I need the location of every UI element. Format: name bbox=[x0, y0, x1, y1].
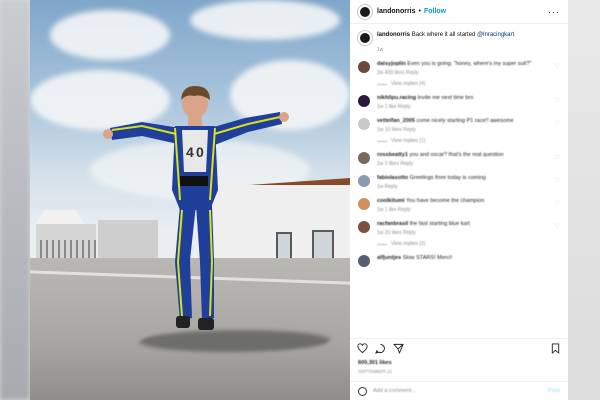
heart-icon[interactable]: ♡ bbox=[555, 97, 560, 104]
post-caption: landonorris Back where it all started @l… bbox=[350, 24, 568, 47]
comment-item: vettelfan_2005 come nicely starting P1 r… bbox=[358, 117, 560, 144]
view-replies-link[interactable]: View replies (1) bbox=[377, 138, 557, 144]
bookmark-icon[interactable] bbox=[550, 343, 561, 354]
comment-item: daisyjoplin Even you is going: "honey, w… bbox=[358, 60, 560, 87]
action-bar bbox=[350, 338, 568, 358]
comment-username[interactable]: rossbeatty1 bbox=[377, 152, 408, 158]
comment-meta[interactable]: 1w 1 like Reply bbox=[377, 207, 557, 213]
more-icon[interactable]: ··· bbox=[548, 7, 560, 17]
comment-text: You have become the champion bbox=[405, 198, 485, 204]
comment-avatar[interactable] bbox=[358, 95, 370, 107]
comment-input[interactable]: Add a comment... bbox=[373, 388, 416, 394]
comment-avatar[interactable] bbox=[358, 118, 370, 130]
backdrop-left bbox=[0, 0, 30, 400]
comment-meta[interactable]: 1w 20 likes Reply bbox=[377, 230, 557, 236]
avatar[interactable] bbox=[358, 31, 372, 45]
comment-item: fabiolasotto Greetings from today is com… bbox=[358, 174, 560, 190]
comment-avatar[interactable] bbox=[358, 175, 370, 187]
comment-avatar[interactable] bbox=[358, 255, 370, 267]
comment-avatar[interactable] bbox=[358, 152, 370, 164]
avatar[interactable] bbox=[358, 4, 372, 19]
heart-icon[interactable]: ♡ bbox=[555, 154, 560, 161]
heart-icon[interactable] bbox=[357, 343, 368, 354]
comment-item: racfanbrasil the fast starting blue kart… bbox=[358, 220, 560, 247]
svg-text:0: 0 bbox=[196, 144, 204, 160]
comment-text: Slow STARS! Merci! bbox=[402, 255, 453, 261]
comment-text: Even you is going: "honey, where's my su… bbox=[407, 61, 532, 67]
comment-item: alfjuntjes Slow STARS! Merci! bbox=[358, 254, 560, 267]
comment-text: you and oscar? that's the real question bbox=[409, 152, 504, 158]
comment-icon[interactable] bbox=[375, 343, 386, 354]
comment-meta[interactable]: 1w Reply bbox=[377, 184, 557, 190]
separator-dot: • bbox=[418, 8, 421, 15]
comment-username[interactable]: coolkitumi bbox=[377, 198, 405, 204]
comment-avatar[interactable] bbox=[358, 198, 370, 210]
comment-username[interactable]: racfanbrasil bbox=[377, 221, 408, 227]
comment-meta[interactable]: 1w 10 likes Reply bbox=[377, 127, 557, 133]
comment-text: the fast starting blue kart bbox=[409, 221, 470, 227]
comment-list: daisyjoplin Even you is going: "honey, w… bbox=[350, 60, 568, 267]
comment-avatar[interactable] bbox=[358, 61, 370, 73]
comment-username[interactable]: alfjuntjes bbox=[377, 255, 401, 261]
post-panel: landonorris • Follow ··· landonorris Bac… bbox=[350, 0, 568, 400]
likes-count[interactable]: 600,301 likes bbox=[358, 360, 392, 366]
heart-icon[interactable]: ♡ bbox=[555, 120, 560, 127]
comment-username[interactable]: fabiolasotto bbox=[377, 175, 408, 181]
follow-button[interactable]: Follow bbox=[424, 8, 446, 15]
heart-icon[interactable]: ♡ bbox=[555, 63, 560, 70]
heart-icon[interactable]: ♡ bbox=[555, 177, 560, 184]
post-comment-button[interactable]: Post bbox=[548, 388, 560, 394]
comment-meta[interactable]: 2w 400 likes Reply bbox=[377, 70, 557, 76]
comment-item: rossbeatty1 you and oscar? that's the re… bbox=[358, 151, 560, 167]
caption-body: Back where it all started bbox=[411, 32, 478, 38]
comment-meta[interactable]: 1w 1 like Reply bbox=[377, 104, 557, 110]
add-comment-bar: Add a comment... Post bbox=[350, 381, 568, 400]
comment-meta[interactable]: 1w 2 likes Reply bbox=[377, 161, 557, 167]
comment-text: come nicely starting P1 race!! awesome bbox=[416, 118, 514, 124]
comment-text: Invite me next time bro bbox=[417, 95, 474, 101]
backdrop-right bbox=[568, 0, 600, 400]
post-date: SEPTEMBER 22 bbox=[358, 369, 393, 374]
caption-username[interactable]: landonorris bbox=[377, 32, 410, 38]
comment-username[interactable]: vettelfan_2005 bbox=[377, 118, 415, 124]
heart-icon[interactable]: ♡ bbox=[555, 200, 560, 207]
comment-item: nikhilpu.racing Invite me next time bro … bbox=[358, 94, 560, 110]
comment-username[interactable]: daisyjoplin bbox=[377, 61, 406, 67]
svg-text:4: 4 bbox=[186, 144, 194, 160]
post-header: landonorris • Follow ··· bbox=[350, 0, 568, 24]
heart-icon[interactable]: ♡ bbox=[555, 223, 560, 230]
share-icon[interactable] bbox=[393, 343, 404, 354]
view-replies-link[interactable]: View replies (4) bbox=[377, 81, 557, 87]
view-replies-link[interactable]: View replies (3) bbox=[377, 241, 557, 247]
comment-text: Greetings from today is coming bbox=[409, 175, 486, 181]
caption-timestamp: 1w bbox=[377, 47, 384, 53]
header-username[interactable]: landonorris bbox=[377, 8, 416, 15]
comment-username[interactable]: nikhilpu.racing bbox=[377, 95, 416, 101]
caption-mention[interactable]: @lnracingkart bbox=[477, 32, 514, 38]
emoji-icon[interactable] bbox=[358, 386, 367, 396]
post-photo[interactable]: 4 0 bbox=[30, 0, 350, 400]
comment-item: coolkitumi You have become the champion … bbox=[358, 197, 560, 213]
comment-avatar[interactable] bbox=[358, 221, 370, 233]
racer-figure: 4 0 bbox=[103, 86, 289, 330]
caption-text: landonorris Back where it all started @l… bbox=[377, 31, 514, 45]
